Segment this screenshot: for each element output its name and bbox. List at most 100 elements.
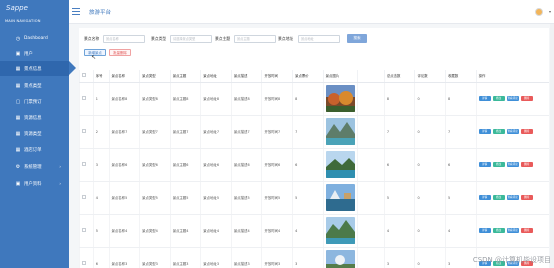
view-comments-button[interactable]: 查看评论 xyxy=(506,195,519,200)
topbar: 旅游平台 ▾ xyxy=(69,0,554,24)
menu-toggle-icon[interactable] xyxy=(72,8,80,17)
main-panel: 景点名称 景点名称 景点类型 请选择景点类型 景点主题 景点主题 景点地址 景点… xyxy=(79,28,549,268)
sidebar-item-attraction-info[interactable]: ▦ 景点信息 xyxy=(0,61,69,76)
cell-comments: 0 xyxy=(414,148,446,182)
chevron-down-icon[interactable]: ▾ xyxy=(549,9,551,14)
select-all-checkbox[interactable] xyxy=(82,73,86,78)
theme-input[interactable]: 景点主题 xyxy=(234,35,276,43)
sidebar-item-user[interactable]: ▣ 用户 xyxy=(0,46,69,61)
view-comments-button[interactable]: 查看评论 xyxy=(506,228,519,233)
cell-description: 景点描述4 xyxy=(230,214,262,248)
sidebar-item-label: 酒店订单 xyxy=(24,147,42,153)
sidebar-item-resource-type[interactable]: ▦ 资源类型 xyxy=(0,126,69,141)
cell-description: 景点描述6 xyxy=(230,148,262,182)
cell-price: 3 xyxy=(292,247,324,268)
cell-address: 景点地址8 xyxy=(200,82,232,116)
view-comments-button[interactable]: 查看评论 xyxy=(506,129,519,134)
scrollbar[interactable] xyxy=(550,24,554,268)
delete-button[interactable]: 删除 xyxy=(520,96,533,101)
detail-button[interactable]: 详情 xyxy=(478,96,491,101)
row-select[interactable] xyxy=(79,82,94,116)
row-select[interactable] xyxy=(79,181,94,215)
attraction-image[interactable] xyxy=(325,184,355,211)
cell-favorites: 4 xyxy=(445,214,477,248)
avatar[interactable] xyxy=(535,8,543,16)
cell-address: 景点地址7 xyxy=(200,115,232,149)
cell-name: 景点名称5 xyxy=(108,181,140,215)
cell-theme: 景点主题8 xyxy=(169,82,201,116)
attraction-image[interactable] xyxy=(325,85,355,112)
row-checkbox[interactable] xyxy=(82,195,86,199)
table-header: 景点类型 xyxy=(139,70,171,83)
cell-index: 3 xyxy=(92,148,110,182)
table-header: 景点图片 xyxy=(322,70,358,83)
cell-name: 景点名称4 xyxy=(108,214,140,248)
attraction-image[interactable] xyxy=(325,118,355,145)
sidebar-item-user-profile[interactable]: ▣ 用户资料 › xyxy=(0,176,69,191)
addr-label: 景点地址 xyxy=(278,36,294,41)
delete-button[interactable]: 删除 xyxy=(520,129,533,134)
view-comments-button[interactable]: 查看评论 xyxy=(506,162,519,167)
delete-button[interactable]: 删除 xyxy=(520,162,533,167)
delete-button[interactable]: 删除 xyxy=(520,195,533,200)
attraction-image[interactable] xyxy=(325,151,355,178)
app-root: Sappe MAIN NAVIGATION ◷ Dashboard ▣ 用户 ▦… xyxy=(0,0,554,268)
addr-input[interactable]: 景点地址 xyxy=(298,35,340,43)
sidebar-item-hotel-orders[interactable]: ▦ 酒店订单 xyxy=(0,142,69,157)
sidebar-item-system-management[interactable]: ⚙ 系统管理 › xyxy=(0,159,69,174)
row-select[interactable] xyxy=(79,214,94,248)
row-checkbox[interactable] xyxy=(82,96,86,100)
type-select[interactable]: 请选择景点类型 xyxy=(170,35,212,43)
table-header: 景点地址 xyxy=(200,70,232,83)
row-checkbox[interactable] xyxy=(82,261,86,265)
cell-clicks: 8 xyxy=(383,82,415,116)
table-row: 4 景点名称5 景点类型5 景点主题5 景点地址5 景点描述5 开放时间5 5 xyxy=(79,181,549,215)
name-label: 景点名称 xyxy=(84,36,100,41)
table-row: 2 景点名称7 景点类型7 景点主题7 景点地址7 景点描述7 开放时间7 7 xyxy=(79,115,549,149)
row-select[interactable] xyxy=(79,247,94,268)
cell-name: 景点名称6 xyxy=(108,148,140,182)
cell-description: 景点描述5 xyxy=(230,181,262,215)
row-checkbox[interactable] xyxy=(82,129,86,133)
attraction-image[interactable] xyxy=(325,250,355,268)
search-button[interactable]: 搜索 xyxy=(347,34,367,43)
detail-button[interactable]: 详情 xyxy=(478,162,491,167)
table-header: 景点票价 xyxy=(292,70,324,83)
table-row: 3 景点名称6 景点类型6 景点主题6 景点地址6 景点描述6 开放时间6 6 xyxy=(79,148,549,182)
cell-address: 景点地址5 xyxy=(200,181,232,215)
table-header xyxy=(357,70,385,83)
sidebar-item-label: 门票预订 xyxy=(24,99,42,105)
active-nav-pointer xyxy=(69,61,76,75)
edit-button[interactable]: 修改 xyxy=(492,96,505,101)
delete-button[interactable]: 删除 xyxy=(520,228,533,233)
mouse-cursor-icon: ↖ xyxy=(91,54,97,61)
name-input[interactable]: 景点名称 xyxy=(103,35,145,43)
row-select[interactable] xyxy=(79,115,94,149)
view-comments-button[interactable]: 查看评论 xyxy=(506,96,519,101)
row-checkbox[interactable] xyxy=(82,228,86,232)
edit-button[interactable]: 修改 xyxy=(492,195,505,200)
batch-delete-button[interactable]: 批量删除 xyxy=(109,49,131,56)
edit-button[interactable]: 修改 xyxy=(492,228,505,233)
detail-button[interactable]: 详情 xyxy=(478,228,491,233)
edit-button[interactable]: 修改 xyxy=(492,129,505,134)
attraction-image[interactable] xyxy=(325,217,355,244)
cell-name: 景点名称3 xyxy=(108,247,140,268)
row-select[interactable] xyxy=(79,148,94,182)
cell-image xyxy=(322,148,358,182)
cell-open-time: 开放时间8 xyxy=(261,82,293,116)
cell-favorites: 5 xyxy=(445,181,477,215)
cell-price: 6 xyxy=(292,148,324,182)
edit-button[interactable]: 修改 xyxy=(492,162,505,167)
cell-favorites: 6 xyxy=(445,148,477,182)
select-all-header[interactable] xyxy=(79,70,94,83)
detail-button[interactable]: 详情 xyxy=(478,129,491,134)
cell-theme: 景点主题4 xyxy=(169,214,201,248)
sidebar-item-dashboard[interactable]: ◷ Dashboard xyxy=(0,31,69,46)
row-checkbox[interactable] xyxy=(82,162,86,166)
sidebar-item-label: 资源信息 xyxy=(24,115,42,121)
detail-button[interactable]: 详情 xyxy=(478,195,491,200)
sidebar-item-resource-info[interactable]: ▦ 资源信息 xyxy=(0,110,69,125)
sidebar-item-ticket-booking[interactable]: ▢ 门票预订 xyxy=(0,94,69,109)
sidebar-item-attraction-type[interactable]: ▦ 景点类型 xyxy=(0,78,69,93)
